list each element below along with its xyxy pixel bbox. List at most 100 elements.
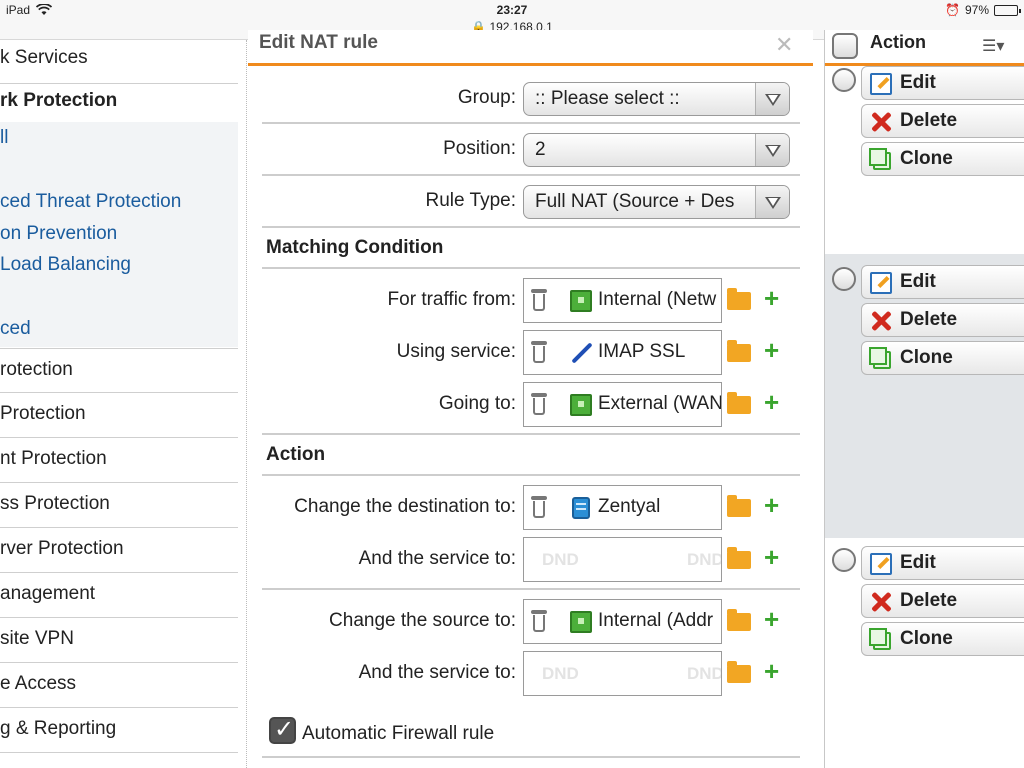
auto-firewall-checkbox[interactable] xyxy=(269,715,296,744)
clone-button[interactable]: Clone xyxy=(861,142,1024,176)
sidebar-item-red-management[interactable]: anagement xyxy=(0,573,238,618)
clone-button[interactable]: Clone xyxy=(861,341,1024,375)
battery-percent: 97% xyxy=(964,3,989,17)
chevron-down-icon xyxy=(755,134,789,166)
going-to-value: External (WAN xyxy=(598,393,722,414)
source-service-label: And the service to: xyxy=(358,662,516,683)
chevron-down-icon xyxy=(755,186,789,218)
status-right: ⏰ 97% xyxy=(945,3,1021,17)
add-icon[interactable]: + xyxy=(764,606,779,632)
row-checkbox[interactable] xyxy=(832,548,856,572)
select-all-checkbox[interactable] xyxy=(832,33,858,59)
add-icon[interactable]: + xyxy=(764,658,779,684)
traffic-from-label: For traffic from: xyxy=(387,289,516,310)
delete-button[interactable]: Delete xyxy=(861,104,1024,138)
list-options-icon[interactable]: ☰▾ xyxy=(982,36,1004,56)
folder-icon[interactable] xyxy=(727,392,751,414)
position-label: Position: xyxy=(443,138,516,159)
row-separator xyxy=(262,588,800,590)
change-destination-dropzone[interactable]: Zentyal xyxy=(523,485,722,530)
edit-button[interactable]: Edit xyxy=(861,546,1024,580)
battery-icon xyxy=(994,4,1021,16)
trash-icon[interactable] xyxy=(531,289,547,311)
sidebar-item-wireless-protection[interactable]: ss Protection xyxy=(0,483,238,528)
add-icon[interactable]: + xyxy=(764,389,779,415)
delete-icon xyxy=(870,591,892,613)
change-source-label: Change the source to: xyxy=(329,610,516,631)
folder-icon[interactable] xyxy=(727,288,751,310)
sidebar-item-email-protection[interactable]: Protection xyxy=(0,393,238,438)
using-service-label: Using service: xyxy=(396,341,516,362)
traffic-from-dropzone[interactable]: Internal (Netw xyxy=(523,278,722,323)
trash-icon[interactable] xyxy=(531,393,547,415)
edit-icon xyxy=(870,272,892,294)
folder-icon[interactable] xyxy=(727,547,751,569)
row-checkbox[interactable] xyxy=(832,68,856,92)
sidebar-item-advanced[interactable]: ced xyxy=(0,318,238,346)
sidebar-item-network-services[interactable]: k Services xyxy=(0,44,238,84)
chevron-down-icon xyxy=(755,83,789,115)
trash-icon[interactable] xyxy=(531,610,547,632)
dnd-placeholder: DND xyxy=(687,550,722,569)
delete-icon xyxy=(870,111,892,133)
sidebar-item-remote-access[interactable]: e Access xyxy=(0,663,238,708)
rule-type-label: Rule Type: xyxy=(425,190,516,211)
destination-service-dropzone[interactable]: DND DND xyxy=(523,537,722,582)
network-icon xyxy=(570,394,592,416)
going-to-label: Going to: xyxy=(438,393,516,414)
sidebar-item-logging-reporting[interactable]: g & Reporting xyxy=(0,708,238,753)
add-icon[interactable]: + xyxy=(764,492,779,518)
change-source-value: Internal (Addr xyxy=(598,610,714,631)
sidebar-item-intrusion-prevention[interactable]: on Prevention xyxy=(0,223,238,251)
delete-button[interactable]: Delete xyxy=(861,584,1024,618)
add-icon[interactable]: + xyxy=(764,544,779,570)
clone-button[interactable]: Clone xyxy=(861,622,1024,656)
sidebar-item-endpoint-protection[interactable]: nt Protection xyxy=(0,438,238,483)
row-separator xyxy=(262,756,800,758)
edit-button[interactable]: Edit xyxy=(861,66,1024,100)
dialog-accent-bar xyxy=(248,63,813,66)
position-select[interactable]: 2 xyxy=(523,133,790,167)
group-label: Group: xyxy=(457,87,516,108)
sidebar-item-server-load-balancing[interactable]: Load Balancing xyxy=(0,254,238,282)
trash-icon[interactable] xyxy=(531,341,547,363)
going-to-dropzone[interactable]: External (WAN xyxy=(523,382,722,427)
close-icon[interactable]: ✕ xyxy=(775,32,793,58)
folder-icon[interactable] xyxy=(727,609,751,631)
add-icon[interactable]: + xyxy=(764,285,779,311)
folder-icon[interactable] xyxy=(727,661,751,683)
sidebar-item-site-to-site-vpn[interactable]: site VPN xyxy=(0,618,238,663)
change-destination-label: Change the destination to: xyxy=(294,496,516,517)
sidebar-item-firewall[interactable]: ll xyxy=(0,127,238,155)
folder-icon[interactable] xyxy=(727,340,751,362)
group-select[interactable]: :: Please select :: xyxy=(523,82,790,116)
service-icon xyxy=(570,342,592,364)
change-source-dropzone[interactable]: Internal (Addr xyxy=(523,599,722,644)
traffic-from-value: Internal (Netw xyxy=(598,289,717,310)
source-service-dropzone[interactable]: DND DND xyxy=(523,651,722,696)
using-service-value: IMAP SSL xyxy=(598,341,686,362)
rule-type-select[interactable]: Full NAT (Source + Des xyxy=(523,185,790,219)
network-icon xyxy=(570,290,592,312)
row-separator xyxy=(262,267,800,269)
sidebar-item-webserver-protection[interactable]: rver Protection xyxy=(0,528,238,573)
row-separator xyxy=(262,174,800,176)
edit-button-label: Edit xyxy=(900,552,936,573)
trash-icon[interactable] xyxy=(531,496,547,518)
dnd-placeholder: DND xyxy=(687,664,722,683)
sidebar-item-web-protection[interactable]: rotection xyxy=(0,348,238,393)
sidebar-item-network-protection[interactable]: rk Protection xyxy=(0,90,238,120)
actions-panel: Action ☰▾ Edit Delete Clone Edit Delete … xyxy=(824,30,1024,768)
edit-icon xyxy=(870,553,892,575)
sidebar-item-advanced-threat-protection[interactable]: ced Threat Protection xyxy=(0,191,238,219)
using-service-dropzone[interactable]: IMAP SSL xyxy=(523,330,722,375)
actions-header: Action ☰▾ xyxy=(825,30,1024,64)
delete-button[interactable]: Delete xyxy=(861,303,1024,337)
add-icon[interactable]: + xyxy=(764,337,779,363)
row-checkbox[interactable] xyxy=(832,267,856,291)
action-heading: Action xyxy=(266,444,326,465)
edit-button[interactable]: Edit xyxy=(861,265,1024,299)
folder-icon[interactable] xyxy=(727,495,751,517)
edit-nat-rule-dialog: Edit NAT rule ✕ Group: :: Please select … xyxy=(248,30,813,768)
position-select-value: 2 xyxy=(535,139,546,160)
